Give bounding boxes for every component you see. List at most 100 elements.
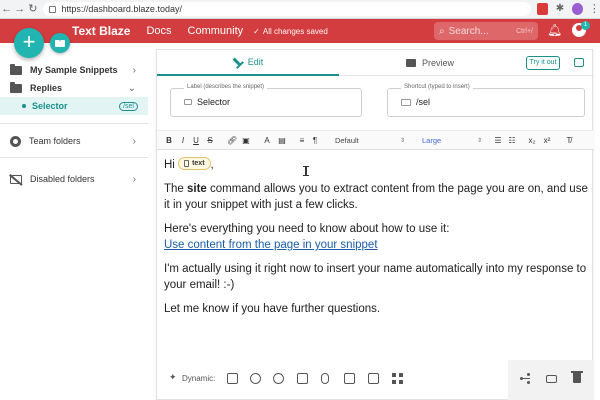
bullet-list-icon[interactable]: ☷ [508,135,516,147]
strikethrough-button[interactable]: S [206,135,214,147]
clear-formatting-icon[interactable]: T̸ [565,135,573,147]
sidebar: My Sample Snippets › Replies ⌄ Selector … [0,43,148,400]
subscript-icon[interactable]: x₂ [528,135,536,147]
chevron-right-icon[interactable]: › [133,136,136,147]
extensions-icon[interactable]: ✱ [554,3,565,15]
document-icon [184,160,190,167]
share-icon[interactable] [520,373,531,384]
font-size-value: Large [422,136,442,145]
text-cursor-icon [303,166,309,176]
help-link[interactable]: Use content from the page in your snippe… [164,239,378,251]
checkbox-command-icon[interactable] [344,373,355,384]
editor-paragraph: The site command allows you to extract c… [164,181,588,213]
greeting-punctuation: , [210,159,214,171]
text-direction-icon[interactable]: ¶ [311,135,319,147]
font-family-select[interactable]: Default ⇕ [335,135,405,147]
paragraph-text: I'm actually using it right now to inser… [164,263,587,291]
folder-icon [10,63,22,75]
nav-community[interactable]: Community [188,25,244,37]
formatting-toolbar: B I U S 🔗︎ ▣ A ▤ ≡ ¶ Default ⇕ Large ⇕ ☰… [157,130,594,150]
sidebar-snippet-selector[interactable]: Selector /sel [0,97,148,115]
link-icon[interactable]: 🔗︎ [227,135,237,147]
font-family-value: Default [335,136,359,145]
snippet-editor: Edit Preview Try it out Label (describes… [156,49,594,400]
shortcut-field[interactable]: Shortcut (typed to insert) /sel [387,84,585,117]
date-command-icon[interactable] [227,373,238,384]
search-input[interactable]: ⌕ Search... Ctrl+/ [434,22,538,40]
divider [0,123,148,124]
tab-label: Edit [247,57,264,67]
clipboard-command-icon[interactable] [297,373,308,384]
text-color-icon[interactable]: A [263,135,271,147]
label-field-caption: Label (describes the snippet) [184,84,268,90]
sidebar-disabled-folders[interactable]: Disabled folders › [0,170,148,188]
chip-label: text [192,159,205,167]
address-bar[interactable]: https://dashboard.blaze.today/ [43,2,532,16]
tab-label: Preview [421,58,454,68]
tag-icon [184,99,192,105]
shortcut-options-icon[interactable] [546,375,557,383]
tab-edit[interactable]: Edit [157,50,339,76]
time-command-icon[interactable] [250,373,261,384]
profile-icon[interactable] [571,3,583,15]
paragraph-text: Here's everything you need to know about… [164,223,450,235]
preview-icon [405,59,416,67]
folder-icon [10,81,22,93]
folder-off-icon [10,174,22,184]
notification-badge: 1 [581,21,590,30]
nav-docs[interactable]: Docs [146,25,171,37]
bold-button[interactable]: B [165,135,173,147]
align-icon[interactable]: ≡ [298,135,306,147]
history-command-icon[interactable] [273,373,284,384]
reload-icon[interactable]: ↻ [26,0,39,19]
search-icon: ⌕ [439,25,445,37]
highlight-icon[interactable]: ▤ [278,135,286,147]
bold-command-text: site [187,183,207,195]
sidebar-folder-replies[interactable]: Replies ⌄ [0,79,148,97]
snippet-bullet-icon [22,104,26,108]
more-commands-icon[interactable] [392,373,403,384]
sidebar-folder-my-sample-snippets[interactable]: My Sample Snippets › [0,61,148,79]
chat-icon[interactable] [574,58,584,67]
url-text: https://dashboard.blaze.today/ [61,4,182,14]
search-shortcut-hint: Ctrl+/ [516,27,533,35]
blaze-extension-icon[interactable] [537,3,549,15]
italic-button[interactable]: I [179,135,187,147]
menu-dots-icon[interactable]: ⋮ [589,3,600,15]
chevron-right-icon[interactable]: › [133,174,136,185]
site-command-icon[interactable] [368,373,379,384]
editor-content[interactable]: Hi text , The site command allows you to… [164,157,588,325]
numbered-list-icon[interactable]: ☰ [494,135,502,147]
sidebar-team-folders[interactable]: Team folders › [0,132,148,150]
greeting-text: Hi [164,159,175,171]
notification-bell-icon[interactable]: 🔔︎ [547,23,562,37]
app-header: Text Blaze Docs Community ✓ All changes … [0,19,600,43]
editor-paragraph: Here's everything you need to know about… [164,221,588,253]
brand-title[interactable]: Text Blaze [72,24,130,38]
paragraph-text: The [164,183,188,195]
paragraph-text: Let me know if you have further question… [164,303,381,315]
pencil-icon [230,55,244,69]
label-field[interactable]: Label (describes the snippet) Selector [170,84,362,117]
new-snippet-button[interactable]: + [14,28,44,58]
image-icon[interactable]: ▣ [242,135,250,147]
back-icon[interactable]: ← [0,0,13,19]
click-command-icon[interactable] [321,373,329,384]
sparkle-icon [169,372,178,383]
save-status-text: All changes saved [262,26,328,36]
editor-tabs: Edit Preview Try it out [157,50,594,76]
chevron-right-icon[interactable]: › [133,65,136,76]
keyboard-icon [401,99,411,106]
try-it-out-button[interactable]: Try it out [526,56,560,70]
form-text-chip[interactable]: text [178,157,211,170]
underline-button[interactable]: U [192,135,200,147]
editor-paragraph: I'm actually using it right now to inser… [164,261,588,293]
chevron-down-icon[interactable]: ⌄ [128,83,136,94]
tab-preview[interactable]: Preview [339,50,521,76]
trash-icon[interactable] [571,371,583,383]
forward-icon[interactable]: → [13,0,26,19]
new-folder-button[interactable] [50,33,70,53]
font-size-select[interactable]: Large ⇕ [422,135,482,147]
superscript-icon[interactable]: x² [543,135,551,147]
sidebar-item-label: Replies [30,83,63,93]
